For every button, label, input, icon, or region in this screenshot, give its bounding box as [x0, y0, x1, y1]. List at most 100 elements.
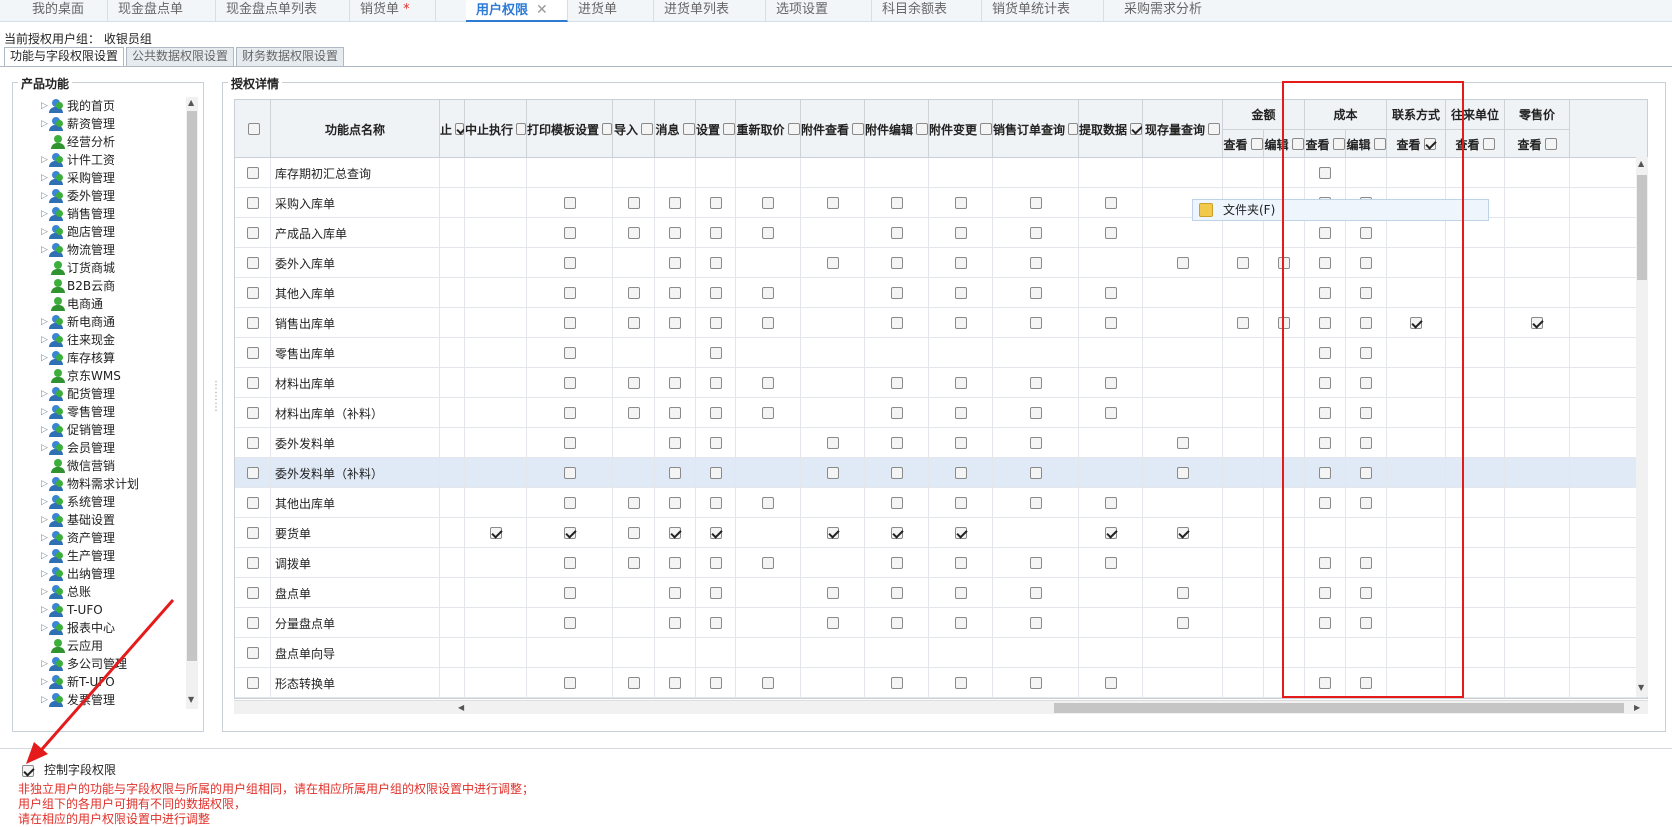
expand-arrow-icon[interactable]: ▷ — [41, 223, 48, 241]
tab-account-balance[interactable]: 科目余额表 — [872, 0, 982, 22]
permission-checkbox[interactable] — [1029, 317, 1042, 329]
permission-checkbox[interactable] — [1176, 587, 1189, 599]
permission-checkbox[interactable] — [1278, 317, 1290, 329]
scroll-left-icon[interactable]: ◀ — [458, 703, 464, 712]
permission-checkbox[interactable] — [954, 677, 967, 689]
permission-checkbox[interactable] — [563, 587, 576, 599]
column-checkbox[interactable] — [1250, 138, 1263, 150]
expand-arrow-icon[interactable]: ▷ — [41, 169, 48, 187]
permission-checkbox[interactable] — [627, 377, 640, 389]
permission-checkbox[interactable] — [1104, 527, 1117, 539]
permission-checkbox[interactable] — [1104, 197, 1117, 209]
permission-checkbox[interactable] — [669, 227, 681, 239]
tree-item[interactable]: ▷ 采购管理 — [27, 169, 185, 187]
tree-item[interactable]: ▷ 资产管理 — [27, 529, 185, 547]
permission-checkbox[interactable] — [1319, 287, 1331, 299]
permission-checkbox[interactable] — [669, 587, 681, 599]
tree-item[interactable]: ▷ 促销管理 — [27, 421, 185, 439]
permission-checkbox[interactable] — [1104, 557, 1117, 569]
tree-item[interactable]: ▷ 我的首页 — [27, 97, 185, 115]
table-row[interactable]: 委外发料单（补料） — [235, 458, 1647, 488]
permission-checkbox[interactable] — [1319, 587, 1331, 599]
table-row[interactable]: 盘点单向导 — [235, 638, 1647, 668]
permission-checkbox[interactable] — [1104, 287, 1117, 299]
permission-checkbox[interactable] — [627, 287, 640, 299]
expand-arrow-icon[interactable]: ▷ — [41, 187, 48, 205]
permission-checkbox[interactable] — [1319, 467, 1331, 479]
permission-checkbox[interactable] — [1029, 227, 1042, 239]
permission-checkbox[interactable] — [762, 317, 774, 329]
permission-checkbox[interactable] — [890, 677, 903, 689]
column-header[interactable]: 设置 — [696, 100, 736, 158]
permission-checkbox[interactable] — [669, 497, 681, 509]
expand-arrow-icon[interactable]: ▷ — [41, 511, 48, 529]
permission-checkbox[interactable] — [1237, 257, 1249, 269]
tree-item[interactable]: 经营分析 — [27, 133, 185, 151]
permission-checkbox[interactable] — [954, 527, 967, 539]
grid-vscroll-thumb[interactable] — [1637, 175, 1647, 280]
column-checkbox[interactable] — [980, 123, 992, 135]
table-row[interactable]: 分量盘点单 — [235, 608, 1647, 638]
permission-checkbox[interactable] — [709, 317, 722, 329]
permission-checkbox[interactable] — [563, 377, 576, 389]
column-checkbox[interactable] — [1332, 138, 1345, 150]
expand-arrow-icon[interactable]: ▷ — [41, 385, 48, 403]
row-checkbox[interactable] — [246, 167, 259, 179]
tab-cash-count[interactable]: 现金盘点单 — [108, 0, 216, 22]
permission-checkbox[interactable] — [709, 677, 722, 689]
expand-arrow-icon[interactable]: ▷ — [41, 421, 48, 439]
subcolumn-header[interactable]: 查看 — [1305, 129, 1346, 158]
column-header[interactable]: 重新取价 — [736, 100, 801, 158]
permission-checkbox[interactable] — [1360, 257, 1372, 269]
tree-item[interactable]: ▷ 物料需求计划 — [27, 475, 185, 493]
expand-arrow-icon[interactable]: ▷ — [41, 547, 48, 565]
subcolumn-header[interactable]: 查看 — [1446, 129, 1505, 158]
expand-arrow-icon[interactable]: ▷ — [41, 313, 48, 331]
column-header[interactable]: 附件变更 — [929, 100, 993, 158]
permission-checkbox[interactable] — [954, 467, 967, 479]
permission-checkbox[interactable] — [669, 617, 681, 629]
tree-item[interactable]: 订货商城 — [27, 259, 185, 277]
permission-checkbox[interactable] — [563, 257, 576, 269]
tree-item[interactable]: ▷ 会员管理 — [27, 439, 185, 457]
expand-arrow-icon[interactable]: ▷ — [41, 403, 48, 421]
tree-item[interactable]: ▷ 委外管理 — [27, 187, 185, 205]
column-checkbox[interactable] — [1544, 138, 1557, 150]
tab-user-permissions[interactable]: 用户权限 ✕ — [466, 0, 568, 22]
permission-checkbox[interactable] — [762, 557, 774, 569]
scroll-down-icon[interactable]: ▼ — [188, 695, 194, 704]
row-checkbox[interactable] — [246, 347, 259, 359]
expand-arrow-icon[interactable]: ▷ — [41, 331, 48, 349]
column-checkbox[interactable] — [1482, 138, 1495, 150]
permission-checkbox[interactable] — [1029, 617, 1042, 629]
permission-checkbox[interactable] — [627, 197, 640, 209]
permission-checkbox[interactable] — [1104, 407, 1117, 419]
permission-checkbox[interactable] — [1360, 317, 1372, 329]
permission-checkbox[interactable] — [1319, 557, 1331, 569]
permission-checkbox[interactable] — [890, 527, 903, 539]
expand-arrow-icon[interactable]: ▷ — [41, 97, 48, 115]
permission-checkbox[interactable] — [1319, 227, 1331, 239]
select-all-header[interactable] — [235, 100, 271, 158]
permission-checkbox[interactable] — [1029, 197, 1042, 209]
permission-checkbox[interactable] — [1176, 467, 1189, 479]
permission-checkbox[interactable] — [1104, 377, 1117, 389]
table-row[interactable]: 形态转换单 — [235, 668, 1647, 698]
permission-checkbox[interactable] — [826, 197, 839, 209]
permission-checkbox[interactable] — [709, 347, 722, 359]
permission-checkbox[interactable] — [563, 317, 576, 329]
permission-checkbox[interactable] — [709, 197, 722, 209]
tree-scroll-thumb[interactable] — [187, 111, 197, 661]
permission-checkbox[interactable] — [826, 587, 839, 599]
table-row[interactable]: 委外发料单 — [235, 428, 1647, 458]
permission-checkbox[interactable] — [1029, 377, 1042, 389]
permission-checkbox[interactable] — [954, 437, 967, 449]
permission-checkbox[interactable] — [954, 407, 967, 419]
table-row[interactable]: 委外入库单 — [235, 248, 1647, 278]
permission-checkbox[interactable] — [669, 527, 681, 539]
permission-checkbox[interactable] — [709, 617, 722, 629]
permission-checkbox[interactable] — [1360, 227, 1372, 239]
grid-horizontal-scrollbar[interactable]: ◀ ▶ — [234, 700, 1648, 714]
tree-item[interactable]: 微信营销 — [27, 457, 185, 475]
table-row[interactable]: 材料出库单 — [235, 368, 1647, 398]
